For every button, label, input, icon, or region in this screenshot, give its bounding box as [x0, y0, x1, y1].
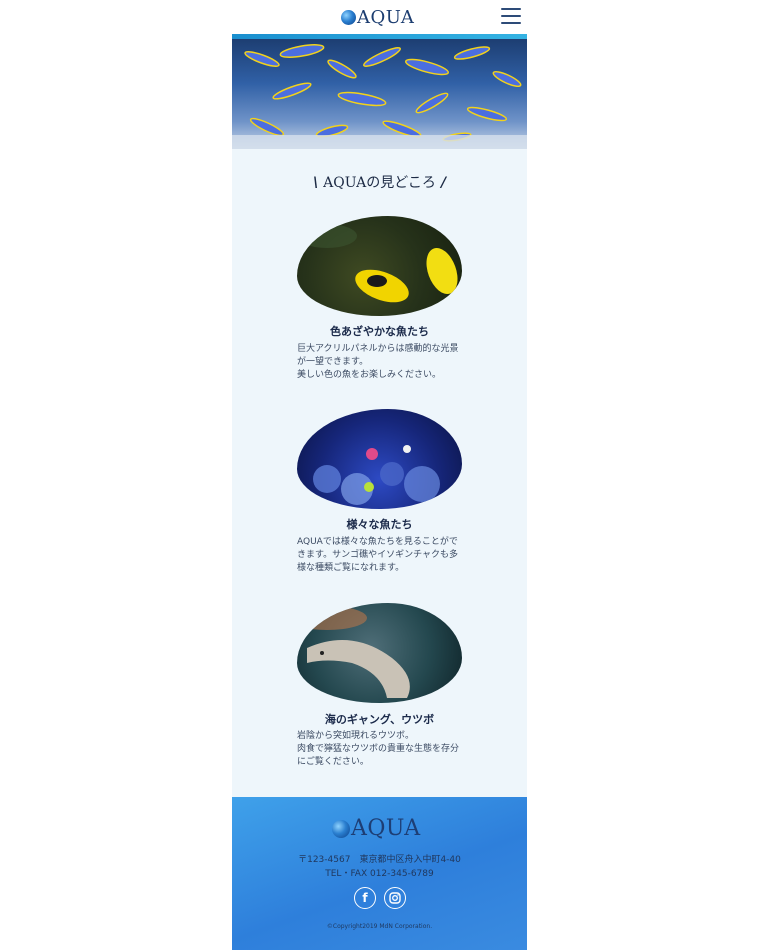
- desc-line: 様な種類ご覧になれます。: [297, 563, 405, 573]
- card-description: AQUAでは様々な魚たちを見ることがで きます。サンゴ礁やイソギンチャクも多 様…: [297, 536, 472, 575]
- moray-eel-image: [297, 603, 462, 703]
- hamburger-icon[interactable]: [501, 8, 521, 24]
- header-logo[interactable]: AQUA: [341, 6, 414, 28]
- card-title: 様々な魚たち: [346, 518, 413, 531]
- fish-school-illustration: [232, 44, 527, 149]
- desc-line: 美しい色の魚をお楽しみください。: [297, 370, 442, 380]
- section-title-text: AQUAの見どころ: [323, 175, 436, 191]
- footer-logo[interactable]: AQUA: [332, 816, 421, 841]
- desc-line: 岩陰から突如現れるウツボ。: [297, 731, 415, 741]
- site-header: AQUA: [232, 0, 527, 34]
- card-description: 岩陰から突如現れるウツボ。 肉食で獰猛なウツボの貴重な生態を存分 にご覧ください…: [297, 730, 472, 769]
- card-title: 海のギャング、ウツボ: [324, 713, 435, 726]
- site-footer: AQUA 〒123-4567 東京都中区舟入中町4-40 TEL・FAX 012…: [232, 797, 527, 950]
- logo-sphere-icon: [332, 819, 350, 838]
- desc-line: AQUAでは様々な魚たちを見ることがで: [297, 537, 458, 547]
- copyright: ©Copyright2019 MdN Corporation.: [326, 923, 433, 930]
- coral-reef-image: [297, 409, 462, 509]
- logo-sphere-icon: [341, 9, 356, 25]
- colorful-fish-image: [297, 216, 462, 316]
- footer-address: 〒123-4567 東京都中区舟入中町4-40: [298, 855, 461, 865]
- desc-line: にご覧ください。: [297, 757, 369, 767]
- facebook-icon[interactable]: f: [354, 887, 376, 909]
- footer-tel: TEL・FAX 012-345-6789: [325, 869, 434, 879]
- desc-line: 肉食で獰猛なウツボの貴重な生態を存分: [297, 744, 460, 754]
- desc-line: が一望できます。: [297, 357, 369, 367]
- instagram-icon[interactable]: [384, 887, 406, 909]
- logo-text: AQUA: [357, 6, 415, 28]
- social-links: f: [354, 887, 406, 909]
- desc-line: 巨大アクリルパネルからは感動的な光景: [297, 344, 459, 354]
- mobile-page: AQUA \ AQUAの見どころ / 色あざやかな魚たち 巨大アクリルパネルから…: [232, 0, 527, 950]
- card-description: 巨大アクリルパネルからは感動的な光景 が一望できます。 美しい色の魚をお楽しみく…: [297, 343, 472, 382]
- section-title: \ AQUAの見どころ /: [313, 175, 446, 191]
- desc-line: きます。サンゴ礁やイソギンチャクも多: [297, 550, 459, 560]
- footer-logo-text: AQUA: [351, 816, 421, 841]
- hero-image: [232, 39, 527, 149]
- card-title: 色あざやかな魚たち: [330, 325, 429, 338]
